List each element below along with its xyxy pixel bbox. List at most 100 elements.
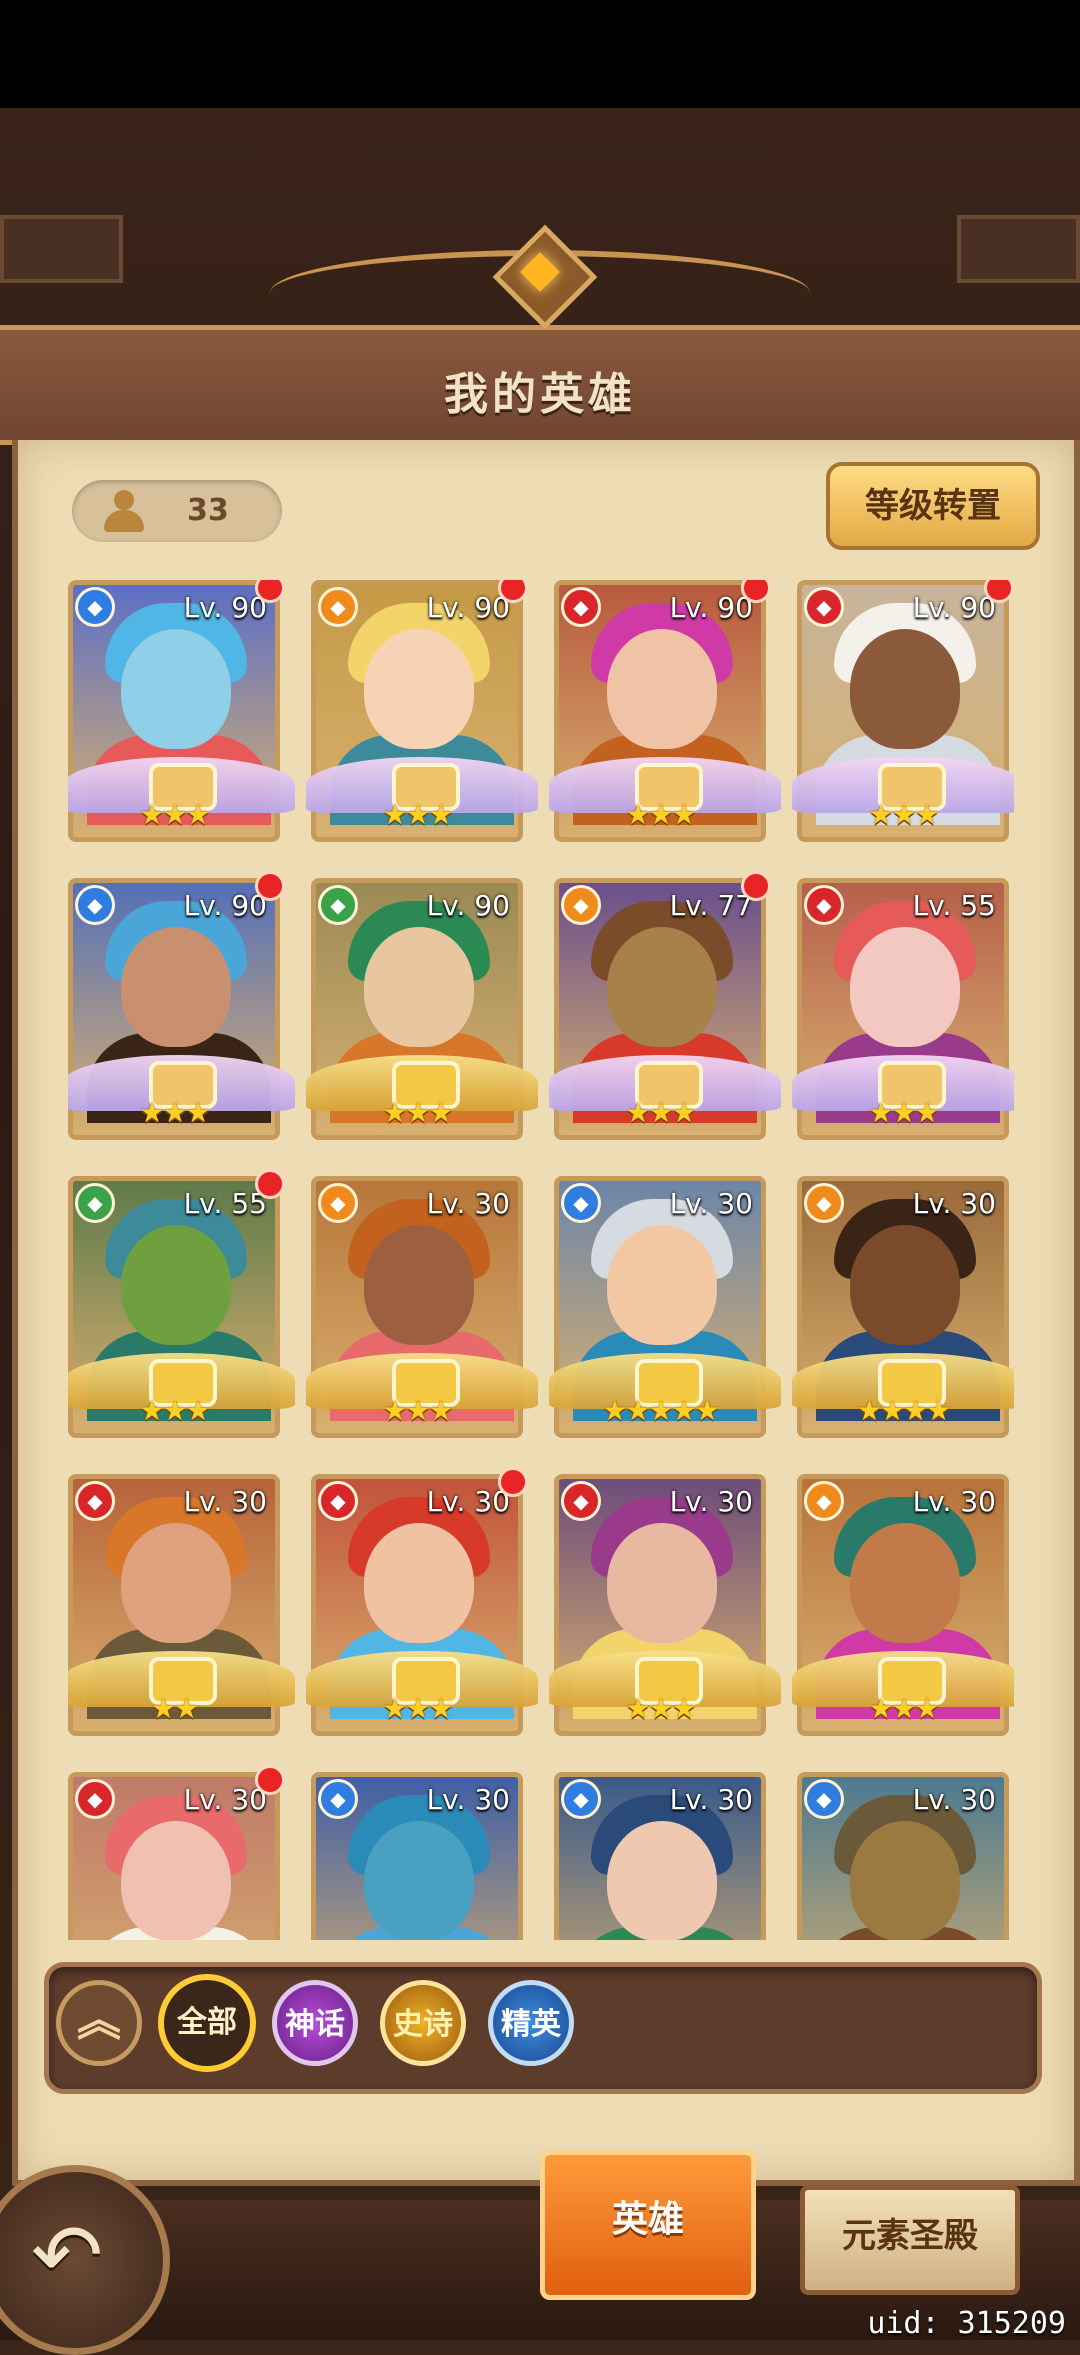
hero-card[interactable]: ◆ Lv. 30 ★★★ (306, 1467, 538, 1736)
hero-stars: ★★★ (868, 1692, 939, 1725)
element-orange-icon: ◆ (561, 885, 601, 925)
hero-card[interactable]: ◆ Lv. 30 ★★★ (306, 1176, 538, 1438)
hero-level: Lv. 30 (426, 1783, 510, 1816)
hero-stars: ★★ (150, 1692, 199, 1725)
hero-level: Lv. 55 (183, 1187, 267, 1220)
hero-level: Lv. 30 (426, 1485, 510, 1518)
notification-dot (255, 1169, 285, 1199)
hero-stars: ★★★ (382, 1096, 453, 1129)
hero-stars: ★★★ (868, 798, 939, 831)
element-red-icon: ◆ (804, 885, 844, 925)
hero-stars: ★★★ (139, 1394, 210, 1427)
hero-level: Lv. 90 (183, 591, 267, 624)
element-red-icon: ◆ (75, 1481, 115, 1521)
hero-level: Lv. 77 (669, 889, 753, 922)
element-blue-icon: ◆ (561, 1779, 601, 1819)
notification-dot (498, 580, 528, 603)
hero-stars: ★★★ (139, 1096, 210, 1129)
notification-dot (255, 871, 285, 901)
hero-card[interactable]: ◆ Lv. 90 ★★★ (792, 580, 1014, 842)
element-red-icon: ◆ (804, 587, 844, 627)
element-orange-icon: ◆ (804, 1481, 844, 1521)
element-red-icon: ◆ (318, 1481, 358, 1521)
element-orange-icon: ◆ (804, 1183, 844, 1223)
hero-card[interactable]: ◆ Lv. 90 ★★★ (306, 580, 538, 842)
hero-stars: ★★★ (868, 1096, 939, 1129)
status-bar (0, 0, 1080, 108)
element-orange-icon: ◆ (318, 1183, 358, 1223)
element-red-icon: ◆ (561, 1481, 601, 1521)
hero-card[interactable]: ◆ Lv. 55 ★★★ (792, 878, 1014, 1140)
hero-card[interactable]: ◆ Lv. 30 ★★★★ (792, 1176, 1014, 1438)
hero-level: Lv. 30 (912, 1187, 996, 1220)
filter-myth-button[interactable]: 神话 (272, 1980, 358, 2066)
hero-level: Lv. 30 (669, 1485, 753, 1518)
hero-level: Lv. 90 (669, 591, 753, 624)
element-blue-icon: ◆ (318, 1779, 358, 1819)
hero-count-badge: 33 (72, 480, 282, 542)
notification-dot (255, 580, 285, 603)
hero-card[interactable]: ◆ Lv. 90 ★★★ (68, 871, 295, 1140)
hero-card[interactable]: ◆ Lv. 55 ★★★ (68, 1169, 295, 1438)
hero-card[interactable]: ◆ Lv. 30 ★★ (68, 1474, 295, 1736)
hero-card[interactable]: ◆ Lv. 90 ★★★ (306, 878, 538, 1140)
filter-epic-button[interactable]: 史诗 (380, 1980, 466, 2066)
level-transfer-button[interactable]: 等级转置 (826, 462, 1040, 550)
notification-dot (984, 580, 1014, 603)
tab-hero[interactable]: 英雄 (540, 2150, 756, 2300)
hero-card[interactable]: ◆ Lv. 30 ★★★ (792, 1474, 1014, 1736)
element-red-icon: ◆ (561, 587, 601, 627)
hero-level: Lv. 30 (183, 1783, 267, 1816)
hero-stars: ★★★ (382, 1692, 453, 1725)
hero-level: Lv. 30 (669, 1187, 753, 1220)
hero-grid: ◆ Lv. 90 ★★★ ◆ Lv. 90 ★★★ ◆ Lv. 90 ★★★ ◆ Lv. 90 ★★★… (68, 580, 1014, 1940)
element-blue-icon: ◆ (561, 1183, 601, 1223)
page-title: 我的英雄 (444, 369, 636, 420)
hero-stars: ★★★ (382, 1394, 453, 1427)
element-green-icon: ◆ (318, 885, 358, 925)
collapse-chevron-icon[interactable]: ︽ (56, 1980, 142, 2066)
hero-stars: ★★★ (625, 798, 696, 831)
hero-card[interactable]: ◆ Lv. 30 (68, 1765, 285, 1940)
hero-stars: ★★★★★ (602, 1394, 720, 1427)
hero-card[interactable]: ◆ Lv. 30 (311, 1772, 523, 1940)
hero-card[interactable]: ◆ Lv. 30 ★★★★★ (549, 1176, 781, 1438)
person-icon (102, 490, 146, 532)
right-pillar-decoration (957, 215, 1080, 283)
notification-dot (741, 871, 771, 901)
tab-element-temple[interactable]: 元素圣殿 (800, 2185, 1020, 2295)
hero-stars: ★★★ (625, 1096, 696, 1129)
hero-level: Lv. 90 (183, 889, 267, 922)
notification-dot (741, 580, 771, 603)
hero-card[interactable]: ◆ Lv. 90 ★★★ (68, 580, 295, 842)
element-blue-icon: ◆ (75, 885, 115, 925)
filter-all-button[interactable]: 全部 (158, 1974, 256, 2072)
hero-stars: ★★★ (625, 1692, 696, 1725)
hero-card[interactable]: ◆ Lv. 30 ★★★ (549, 1474, 781, 1736)
hero-level: Lv. 55 (912, 889, 996, 922)
element-blue-icon: ◆ (75, 587, 115, 627)
hero-level: Lv. 90 (426, 591, 510, 624)
hero-level: Lv. 30 (426, 1187, 510, 1220)
hero-stars: ★★★ (382, 798, 453, 831)
element-blue-icon: ◆ (804, 1779, 844, 1819)
hero-level: Lv. 30 (669, 1783, 753, 1816)
filter-elite-button[interactable]: 精英 (488, 1980, 574, 2066)
hero-card[interactable]: ◆ Lv. 77 ★★★ (549, 871, 781, 1140)
hero-level: Lv. 90 (426, 889, 510, 922)
back-arrow-icon: ↶ (31, 2206, 104, 2306)
element-green-icon: ◆ (75, 1183, 115, 1223)
uid-label: uid: 315209 (867, 2306, 1066, 2341)
notification-dot (498, 1467, 528, 1497)
hero-level: Lv. 90 (912, 591, 996, 624)
hero-level: Lv. 30 (183, 1485, 267, 1518)
element-red-icon: ◆ (75, 1779, 115, 1819)
hero-card[interactable]: ◆ Lv. 30 (797, 1772, 1009, 1940)
element-orange-icon: ◆ (318, 587, 358, 627)
hero-level: Lv. 30 (912, 1485, 996, 1518)
hero-card[interactable]: ◆ Lv. 90 ★★★ (549, 580, 781, 842)
left-pillar-decoration (0, 215, 123, 283)
hero-stars: ★★★★ (856, 1394, 951, 1427)
hero-count: 33 (187, 493, 229, 528)
hero-card[interactable]: ◆ Lv. 30 (554, 1772, 766, 1940)
